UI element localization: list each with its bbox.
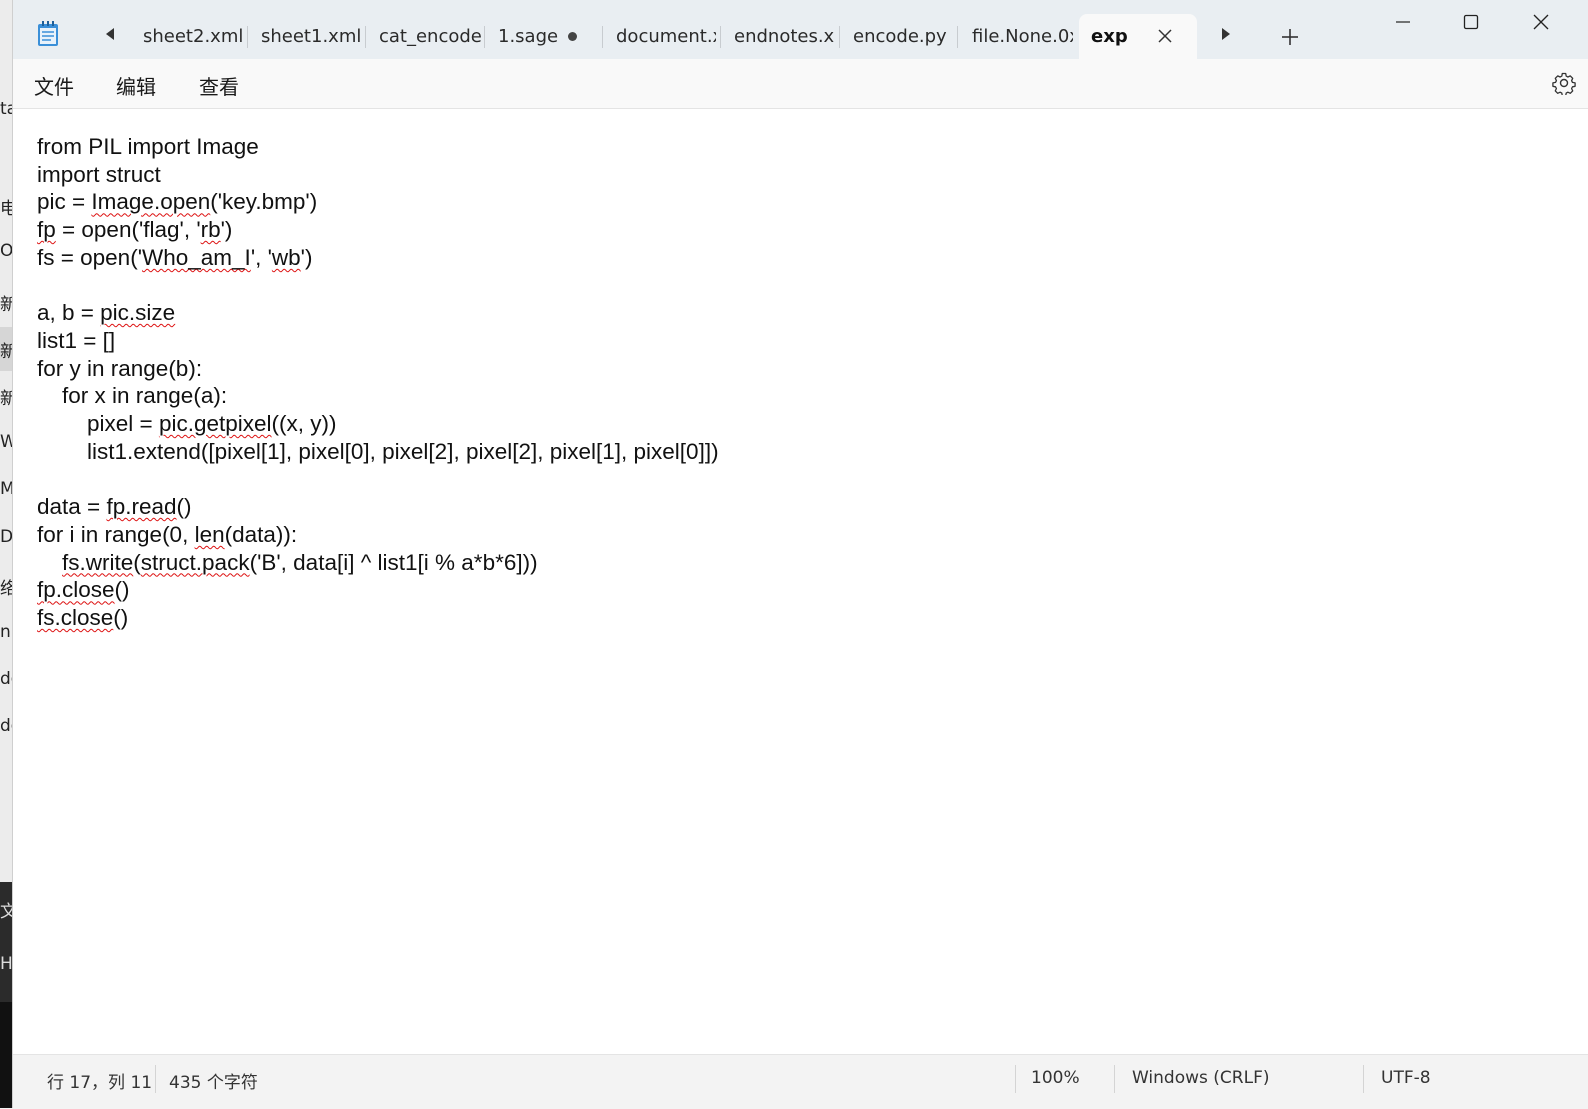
status-separator (1363, 1065, 1364, 1093)
spellcheck-word: rb (200, 217, 221, 243)
menu-bar: 文件 编辑 查看 (13, 59, 1588, 109)
editor-content[interactable]: from PIL import Image import struct pic … (37, 133, 719, 632)
tab-endnotes-xml[interactable]: endnotes.xml (734, 14, 835, 59)
background-text: ta (0, 99, 13, 119)
tab-file-none[interactable]: file.None.0xffff (972, 14, 1073, 59)
line-ending[interactable]: Windows (CRLF) (1132, 1068, 1270, 1088)
tab-label: exp (1091, 26, 1128, 47)
notepad-icon (38, 21, 58, 46)
code-line: list1 = [] (37, 327, 116, 353)
tab-cat-encode-py[interactable]: cat_encode.py (379, 14, 482, 59)
background-text: do (0, 716, 13, 736)
tab-label: 1.sage (498, 26, 559, 47)
spellcheck-word: Who_am_I (142, 244, 251, 270)
spellcheck-word: fp.read (106, 494, 177, 520)
code-line: from PIL import Image (37, 134, 259, 159)
tab-separator (602, 26, 603, 48)
code-line: fs.close() (37, 604, 129, 630)
close-window-button[interactable] (1521, 8, 1561, 36)
spellcheck-word: fs.close (37, 604, 114, 630)
code-line: for x in range(a): (37, 383, 228, 409)
menu-view[interactable]: 查看 (199, 71, 239, 100)
tab-separator (365, 26, 366, 48)
status-separator (1114, 1065, 1115, 1093)
background-text: 新 (0, 342, 13, 362)
encoding[interactable]: UTF-8 (1381, 1068, 1431, 1088)
background-text: 电 (0, 199, 13, 219)
tab-separator (484, 26, 485, 48)
minimize-button[interactable] (1383, 8, 1423, 36)
code-line: for y in range(b): (37, 355, 203, 381)
close-icon (1533, 14, 1549, 30)
background-window-edge: ta 电 OS 新 新 新 W M D 络 nu do do 文 H) (0, 0, 13, 1108)
code-line: a, b = pic.size (37, 300, 176, 326)
code-line: list1.extend([pixel[1], pixel[0], pixel[… (37, 438, 719, 464)
cursor-position: 行 17，列 11 (47, 1073, 153, 1093)
background-text: nu (0, 622, 13, 642)
background-text: M (0, 479, 13, 499)
code-line: for i in range(0, len(data)): (37, 521, 298, 547)
code-line: fs = open('Who_am_I', 'wb') (37, 244, 313, 270)
code-line: data = fp.read() (37, 494, 192, 520)
status-bar: 行 17，列 11 435 个字符 100% Windows (CRLF) UT… (13, 1054, 1588, 1109)
background-text: 络 (0, 579, 13, 599)
background-text: 新 (0, 295, 13, 315)
close-icon[interactable] (1156, 27, 1174, 45)
tab-sheet2-xml[interactable]: sheet2.xml (143, 14, 251, 59)
code-line: fp.close() (37, 577, 130, 603)
background-text: H) (0, 954, 13, 974)
char-count: 435 个字符 (169, 1073, 258, 1093)
tab-separator (839, 26, 840, 48)
tab-separator (957, 26, 958, 48)
tab-sheet1-xml[interactable]: sheet1.xml (261, 14, 369, 59)
code-line: pic = Image.open('key.bmp') (37, 189, 318, 215)
spellcheck-word: pic.getpixel (158, 411, 272, 437)
code-line: fs.write(struct.pack('B', data[i] ^ list… (62, 549, 538, 575)
background-text: 新 (0, 389, 13, 409)
status-separator (1015, 1065, 1016, 1093)
maximize-icon (1463, 14, 1479, 30)
zoom-level[interactable]: 100% (1031, 1068, 1080, 1088)
code-line: pixel = pic.getpixel((x, y)) (37, 411, 337, 437)
spellcheck-word: fs.write (62, 549, 134, 575)
spellcheck-word: len (194, 521, 225, 547)
menu-edit[interactable]: 编辑 (116, 71, 156, 100)
plus-icon[interactable] (1279, 26, 1301, 48)
minimize-icon (1396, 21, 1410, 23)
tab-encode-py[interactable]: encode.py (853, 14, 953, 59)
modified-dot-icon (568, 32, 577, 41)
tab-bar: sheet2.xml sheet1.xml cat_encode.py 1.sa… (13, 0, 1588, 59)
background-text: D (0, 527, 13, 547)
text-editor[interactable]: from PIL import Image import struct pic … (13, 109, 1588, 1054)
spellcheck-word: Image.open (91, 189, 211, 215)
background-text: do (0, 669, 13, 689)
tab-separator (247, 26, 248, 48)
background-dark-panel: 文 H) (0, 882, 13, 1002)
status-separator (155, 1065, 156, 1093)
background-text: OS (0, 241, 13, 261)
tab-1-sage[interactable]: 1.sage (498, 14, 598, 59)
notepad-window: sheet2.xml sheet1.xml cat_encode.py 1.sa… (13, 0, 1588, 1109)
spellcheck-word: wb (271, 244, 301, 270)
caret-right-icon[interactable] (1215, 26, 1237, 48)
gear-icon[interactable] (1552, 71, 1576, 95)
caret-left-icon[interactable] (99, 26, 121, 48)
spellcheck-word: fp (37, 217, 56, 243)
background-text: W (0, 432, 13, 452)
maximize-button[interactable] (1451, 8, 1491, 36)
spellcheck-word: fp.close (37, 577, 115, 603)
code-line: fp = open('flag', 'rb') (37, 217, 233, 243)
tab-separator (720, 26, 721, 48)
code-line: import struct (37, 161, 161, 187)
spellcheck-word: pic.size (100, 300, 176, 326)
tab-document-xml[interactable]: document.xml (616, 14, 716, 59)
background-dark-panel (0, 1002, 13, 1108)
tab-exp[interactable]: exp (1079, 14, 1197, 59)
background-text: 文 (0, 902, 13, 922)
spellcheck-word: struct.pack (140, 549, 250, 575)
menu-file[interactable]: 文件 (34, 71, 74, 100)
